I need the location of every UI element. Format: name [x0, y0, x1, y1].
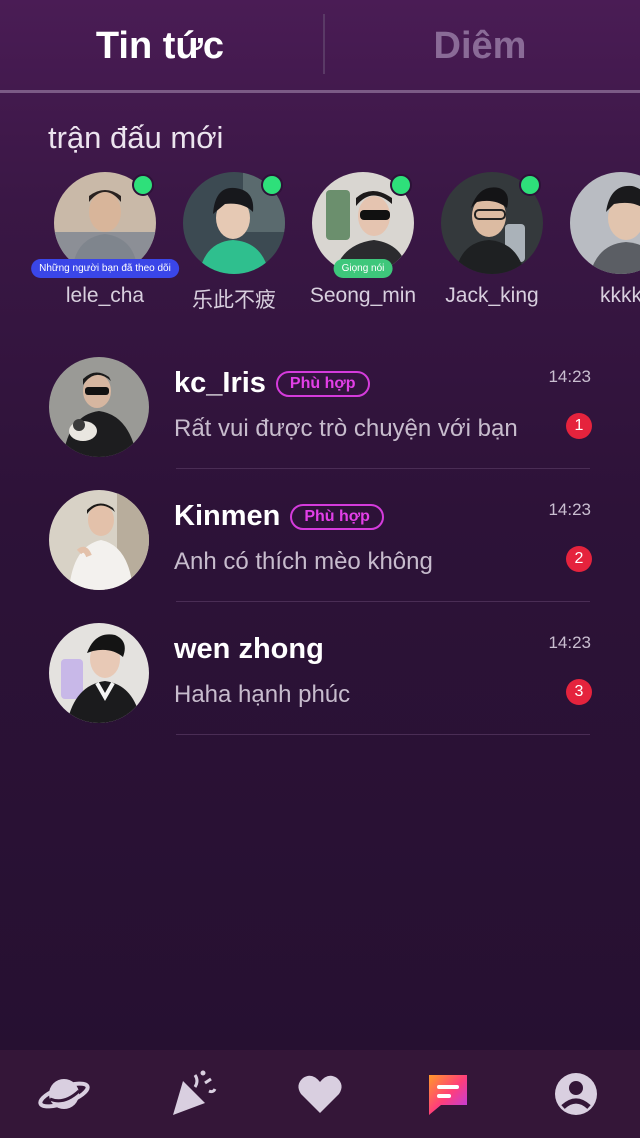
- online-indicator: [261, 174, 283, 196]
- avatar: Giọng nói: [312, 172, 414, 278]
- conversation-name: wen zhong: [174, 633, 324, 666]
- online-indicator: [390, 174, 412, 196]
- avatar: Những người bạn đã theo dõi: [31, 172, 179, 278]
- new-match-item[interactable]: kkkk: [556, 172, 640, 308]
- tab-news[interactable]: Tin tức: [0, 0, 320, 92]
- header-divider: [0, 90, 640, 93]
- message-time: 14:23: [548, 633, 591, 652]
- message-time: 14:23: [548, 500, 591, 519]
- message-time: 14:23: [548, 367, 591, 386]
- avatar: [49, 490, 149, 590]
- avatar: [570, 172, 640, 274]
- bottom-navigation: [0, 1050, 640, 1138]
- new-match-item[interactable]: Giọng nói Seong_min: [298, 172, 428, 308]
- avatar: [49, 357, 149, 457]
- row-divider: [176, 468, 590, 469]
- conversation-name: Kinmen Phù hợp: [174, 500, 384, 533]
- match-name: kkkk: [600, 284, 640, 307]
- chat-icon: [429, 1075, 467, 1115]
- conversation-name: kc_Iris Phù hợp: [174, 367, 370, 400]
- nav-moments[interactable]: [152, 1054, 232, 1134]
- unread-count-badge: 2: [566, 546, 592, 572]
- top-tabs: Tin tức Diêm: [0, 0, 640, 92]
- match-badge: Phù hợp: [290, 504, 384, 530]
- party-popper-icon: [173, 1070, 217, 1115]
- match-name: Seong_min: [309, 284, 417, 307]
- last-message: Rất vui được trò chuyện với bạn: [174, 415, 518, 442]
- planet-icon: [38, 1079, 90, 1109]
- nav-profile[interactable]: [536, 1054, 616, 1134]
- nav-messages[interactable]: [408, 1054, 488, 1134]
- avatar: [441, 172, 543, 274]
- row-divider: [176, 601, 590, 602]
- new-matches-row[interactable]: Những người bạn đã theo dõi lele_cha 乐此不…: [0, 172, 640, 322]
- last-message: Haha hạnh phúc: [174, 681, 351, 708]
- match-badge: Phù hợp: [275, 371, 370, 397]
- unread-count-badge: 1: [566, 413, 592, 439]
- new-match-item[interactable]: 乐此不疲: [169, 172, 299, 314]
- contact-name: wen zhong: [174, 633, 324, 665]
- match-name: Jack_king: [445, 284, 539, 307]
- new-matches-title: trận đấu mới: [48, 120, 224, 155]
- online-indicator: [519, 174, 541, 196]
- avatar: [49, 623, 149, 723]
- tab-match[interactable]: Diêm: [320, 0, 640, 92]
- unread-count-badge: 3: [566, 679, 592, 705]
- tab-divider: [323, 14, 325, 74]
- contact-name: kc_Iris: [174, 367, 266, 399]
- profile-icon: [555, 1073, 597, 1115]
- avatar: [183, 172, 285, 274]
- nav-discover[interactable]: [24, 1054, 104, 1134]
- conversation-row[interactable]: kc_Iris Phù hợp 14:23 Rất vui được trò ch…: [0, 357, 640, 490]
- last-message: Anh có thích mèo không: [174, 548, 433, 575]
- match-name: 乐此不疲: [192, 289, 276, 312]
- contact-name: Kinmen: [174, 500, 281, 532]
- nav-likes[interactable]: [280, 1054, 360, 1134]
- conversation-row[interactable]: Kinmen Phù hợp 14:23 Anh có thích mèo khô…: [0, 490, 640, 623]
- new-match-item[interactable]: Jack_king: [427, 172, 557, 308]
- row-divider: [176, 734, 590, 735]
- followed-tag: Những người bạn đã theo dõi: [31, 259, 179, 278]
- conversation-row[interactable]: wen zhong 14:23 Haha hạnh phúc 3: [0, 623, 640, 756]
- new-match-item[interactable]: Những người bạn đã theo dõi lele_cha: [31, 172, 179, 308]
- voice-tag: Giọng nói: [333, 259, 393, 278]
- online-indicator: [132, 174, 154, 196]
- heart-icon: [298, 1075, 342, 1113]
- match-name: lele_cha: [65, 284, 145, 307]
